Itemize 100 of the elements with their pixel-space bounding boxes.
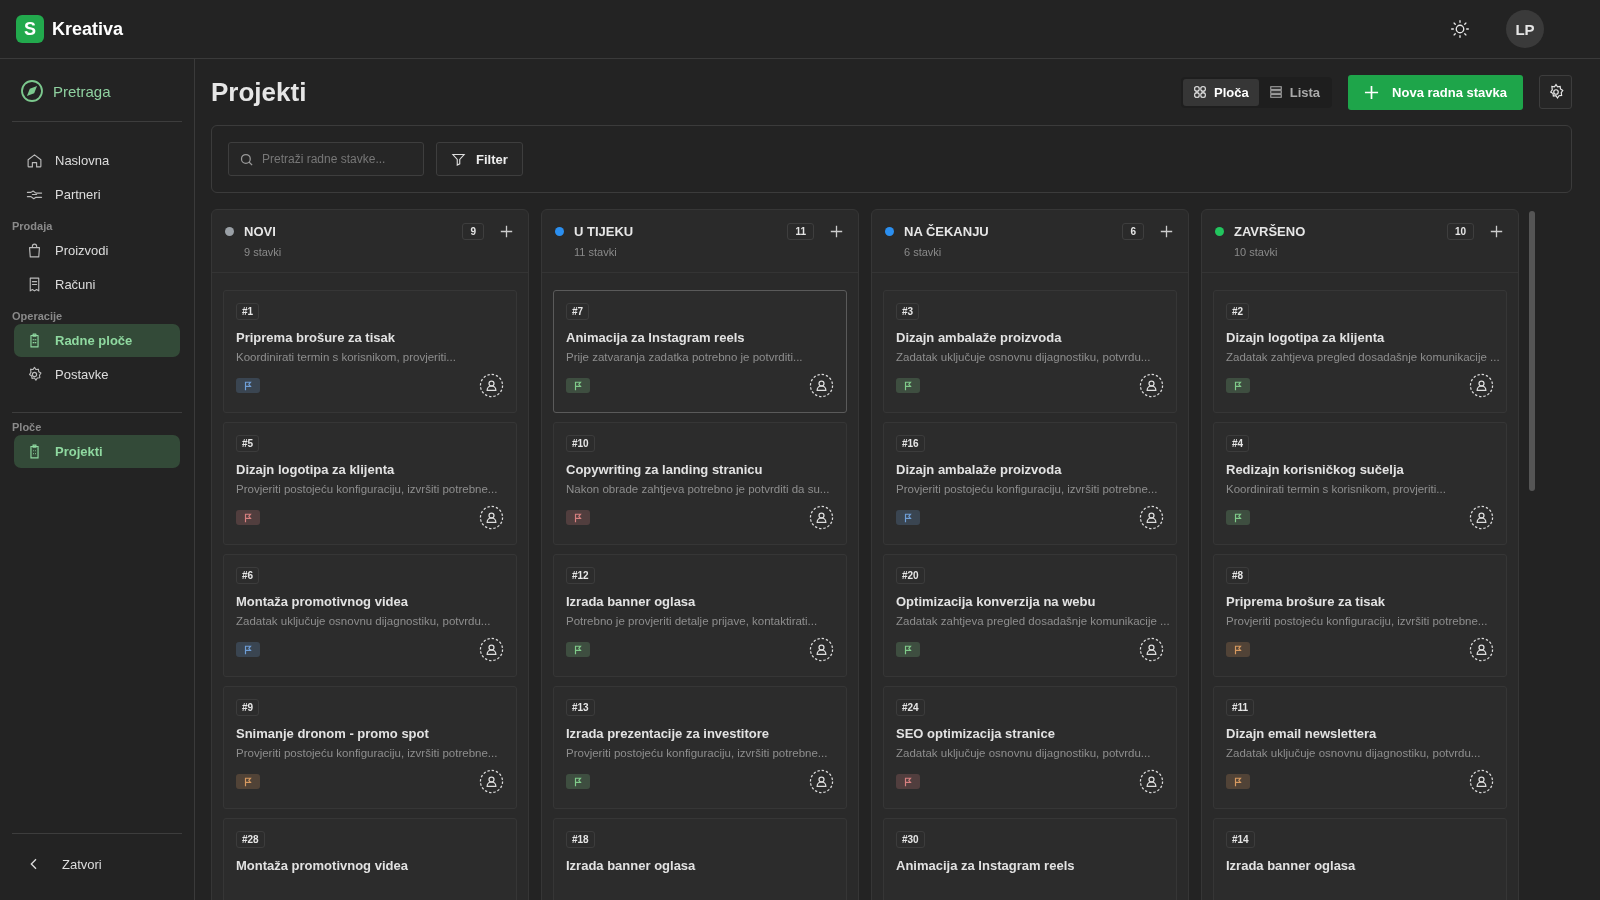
task-card[interactable]: #7 Animacija za Instagram reels Prije zatvaranja zadatka potrebno je potvrditi... xyxy=(553,290,847,413)
user-icon[interactable] xyxy=(1469,373,1494,398)
card-title: Animacija za Instagram reels xyxy=(896,858,1075,873)
user-icon[interactable] xyxy=(479,769,504,794)
user-icon[interactable] xyxy=(479,637,504,662)
card-title: Dizajn ambalaže proizvoda xyxy=(896,462,1062,477)
card-description: Zadatak uključuje osnovnu dijagnostiku, potvrdu... xyxy=(896,747,1151,759)
card-title: Redizajn korisničkog sučelja xyxy=(1226,462,1404,477)
user-icon[interactable] xyxy=(479,373,504,398)
close-sidebar-button[interactable]: Zatvori xyxy=(12,834,182,900)
sidebar-item[interactable]: Radne ploče xyxy=(14,324,180,357)
count-badge: 9 xyxy=(462,223,484,240)
card-title: Montaža promotivnog videa xyxy=(236,594,408,609)
count-badge: 11 xyxy=(787,223,814,240)
column-subtitle: 6 stavki xyxy=(903,246,943,258)
user-icon[interactable] xyxy=(1139,637,1164,662)
task-card[interactable]: #6 Montaža promotivnog videa Zadatak uključuje osnovnu dijagnostiku, potvrdu... xyxy=(223,554,517,677)
id-badge: #4 xyxy=(1226,435,1250,452)
task-card[interactable]: #8 Priprema brošure za tisak Provjeriti postojeću konfiguraciju, izvršiti potrebne... xyxy=(1213,554,1507,677)
task-card[interactable]: #1 Priprema brošure za tisak Koordinirati termin s korisnikom, provjeriti... xyxy=(223,290,517,413)
column-title: NA ČEKANJU xyxy=(904,224,990,239)
task-card[interactable]: #18 Izrada banner oglasa xyxy=(553,818,847,900)
id-badge: #18 xyxy=(566,831,595,848)
card-description: Provjeriti postojeću konfiguraciju, izvršiti potrebne... xyxy=(1226,615,1488,627)
task-card[interactable]: #28 Montaža promotivnog videa xyxy=(223,818,517,900)
task-card[interactable]: #16 Dizajn ambalaže proizvoda Provjeriti postojeću konfiguraciju, izvršiti potrebne... xyxy=(883,422,1177,545)
column-title: U TIJEKU xyxy=(574,224,635,239)
search-field[interactable]: Pretraži radne stavke... xyxy=(228,142,424,176)
id-badge: #7 xyxy=(566,303,590,320)
user-icon[interactable] xyxy=(1469,505,1494,530)
plus-icon[interactable] xyxy=(830,225,843,238)
sun-icon[interactable] xyxy=(1450,19,1470,39)
task-card[interactable]: #10 Copywriting za landing stranicu Nakon obrade zahtjeva potrebno je potvrditi da su... xyxy=(553,422,847,545)
sidebar-item[interactable]: Naslovna xyxy=(14,144,180,177)
task-card[interactable]: #4 Redizajn korisničkog sučelja Koordinirati termin s korisnikom, provjeriti... xyxy=(1213,422,1507,545)
card-description: Zadatak zahtjeva pregled dosadašnje komunikacije ... xyxy=(896,615,1170,627)
id-badge: #8 xyxy=(1226,567,1250,584)
task-card[interactable]: #14 Izrada banner oglasa xyxy=(1213,818,1507,900)
card-description: Provjeriti postojeću konfiguraciju, izvršiti potrebne... xyxy=(566,747,828,759)
id-badge: #12 xyxy=(566,567,595,584)
card-description: Zadatak uključuje osnovnu dijagnostiku, potvrdu... xyxy=(896,351,1151,363)
list-icon xyxy=(1268,85,1283,99)
sidebar-item[interactable]: Projekti xyxy=(14,435,180,468)
card-description: Prije zatvaranja zadatka potrebno je potvrditi... xyxy=(566,351,803,363)
task-card[interactable]: #5 Dizajn logotipa za klijenta Provjeriti postojeću konfiguraciju, izvršiti potrebne... xyxy=(223,422,517,545)
plus-icon[interactable] xyxy=(1490,225,1503,238)
task-card[interactable]: #12 Izrada banner oglasa Potrebno je provjeriti detalje prijave, kontaktirati... xyxy=(553,554,847,677)
card-description: Koordinirati termin s korisnikom, provjeriti... xyxy=(1226,483,1446,495)
task-card[interactable]: #20 Optimizacija konverzija na webu Zadatak zahtjeva pregled dosadašnje komunikacije ... xyxy=(883,554,1177,677)
user-icon[interactable] xyxy=(1139,373,1164,398)
task-card[interactable]: #9 Snimanje dronom - promo spot Provjeriti postojeću konfiguraciju, izvršiti potrebne... xyxy=(223,686,517,809)
user-icon[interactable] xyxy=(809,769,834,794)
task-card[interactable]: #30 Animacija za Instagram reels xyxy=(883,818,1177,900)
section-title: Prodaja xyxy=(12,220,54,232)
plus-icon[interactable] xyxy=(1160,225,1173,238)
id-badge: #14 xyxy=(1226,831,1255,848)
view-tab[interactable]: Lista xyxy=(1258,78,1331,106)
gear-icon xyxy=(26,366,43,383)
compass-icon xyxy=(20,79,44,103)
card-description: Potrebno je provjeriti detalje prijave, kontaktirati... xyxy=(566,615,818,627)
user-icon[interactable] xyxy=(809,637,834,662)
card-title: Dizajn ambalaže proizvoda xyxy=(896,330,1062,345)
id-badge: #2 xyxy=(1226,303,1250,320)
count-badge: 10 xyxy=(1446,223,1474,240)
settings-button[interactable] xyxy=(1539,75,1572,109)
task-card[interactable]: #3 Dizajn ambalaže proizvoda Zadatak uključuje osnovnu dijagnostiku, potvrdu... xyxy=(883,290,1177,413)
card-title: Copywriting za landing stranicu xyxy=(566,462,763,477)
plus-icon xyxy=(1364,84,1380,100)
card-title: Priprema brošure za tisak xyxy=(236,330,395,345)
card-description: Nakon obrade zahtjeva potrebno je potvrditi da su... xyxy=(566,483,830,495)
filter-button[interactable]: Filter xyxy=(436,142,523,176)
column-title: ZAVRŠENO xyxy=(1234,224,1307,239)
sidebar-item[interactable]: Proizvodi xyxy=(14,234,180,267)
card-title: Snimanje dronom - promo spot xyxy=(236,726,429,741)
task-card[interactable]: #24 SEO optimizacija stranice Zadatak uključuje osnovnu dijagnostiku, potvrdu... xyxy=(883,686,1177,809)
user-icon[interactable] xyxy=(809,373,834,398)
card-title: Montaža promotivnog videa xyxy=(236,858,408,873)
plus-icon[interactable] xyxy=(500,225,513,238)
user-icon[interactable] xyxy=(1469,637,1494,662)
search-link[interactable]: Pretraga xyxy=(12,59,182,121)
user-icon[interactable] xyxy=(1469,769,1494,794)
view-tab[interactable]: Ploča xyxy=(1183,78,1259,106)
task-card[interactable]: #2 Dizajn logotipa za klijenta Zadatak zahtjeva pregled dosadašnje komunikacije ... xyxy=(1213,290,1507,413)
sidebar-item[interactable]: Postavke xyxy=(14,358,180,391)
task-card[interactable]: #13 Izrada prezentacije za investitore Provjeriti postojeću konfiguraciju, izvršiti potrebne... xyxy=(553,686,847,809)
card-description: Provjeriti postojeću konfiguraciju, izvršiti potrebne... xyxy=(236,483,498,495)
user-icon[interactable] xyxy=(809,505,834,530)
column-subtitle: 10 stavki xyxy=(1233,246,1279,258)
user-icon[interactable] xyxy=(1139,769,1164,794)
sidebar-item[interactable]: Partneri xyxy=(14,178,180,211)
user-avatar[interactable]: LP xyxy=(1506,10,1544,48)
user-icon[interactable] xyxy=(479,505,504,530)
column-title: NOVI xyxy=(244,224,277,239)
scrollbar[interactable] xyxy=(1529,211,1535,491)
search-icon xyxy=(239,152,254,167)
sidebar-item[interactable]: Računi xyxy=(14,268,180,301)
id-badge: #13 xyxy=(566,699,595,716)
card-title: Izrada banner oglasa xyxy=(1226,858,1356,873)
task-card[interactable]: #11 Dizajn email newslettera Zadatak uključuje osnovnu dijagnostiku, potvrdu... xyxy=(1213,686,1507,809)
user-icon[interactable] xyxy=(1139,505,1164,530)
